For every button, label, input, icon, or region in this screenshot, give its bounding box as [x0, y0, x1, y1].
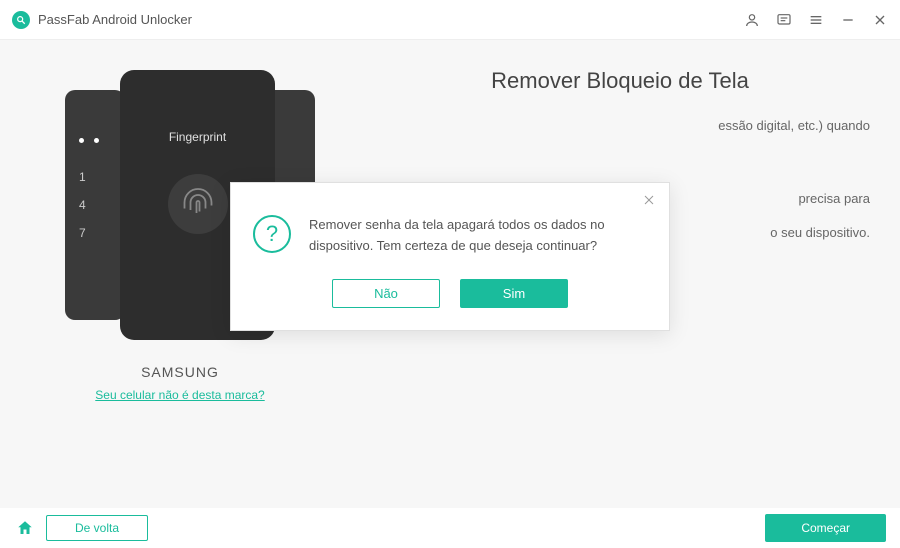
minimize-icon[interactable] — [840, 12, 856, 28]
feedback-icon[interactable] — [776, 12, 792, 28]
back-button[interactable]: De volta — [46, 515, 148, 541]
modal-body: ? Remover senha da tela apagará todos os… — [253, 215, 647, 257]
close-icon[interactable] — [872, 12, 888, 28]
start-button[interactable]: Começar — [765, 514, 886, 542]
modal-close-icon[interactable] — [643, 193, 657, 207]
app-logo-icon — [12, 11, 30, 29]
titlebar: PassFab Android Unlocker — [0, 0, 900, 40]
window-controls — [744, 12, 888, 28]
phone-dots — [79, 138, 99, 143]
keypad-num: 7 — [79, 226, 86, 240]
question-icon: ? — [253, 215, 291, 253]
modal-message: Remover senha da tela apagará todos os d… — [309, 215, 647, 257]
no-button[interactable]: Não — [332, 279, 440, 308]
page-title: Remover Bloqueio de Tela — [370, 68, 870, 94]
yes-button[interactable]: Sim — [460, 279, 568, 308]
home-icon[interactable] — [14, 517, 36, 539]
change-brand-link[interactable]: Seu celular não é desta marca? — [95, 388, 264, 402]
keypad-num: 1 — [79, 170, 86, 184]
account-icon[interactable] — [744, 12, 760, 28]
bottom-bar: De volta Começar — [0, 508, 900, 548]
phone-back-left: 1 4 7 — [65, 90, 125, 320]
device-brand-label: SAMSUNG — [141, 364, 219, 380]
app-title: PassFab Android Unlocker — [38, 12, 192, 27]
menu-icon[interactable] — [808, 12, 824, 28]
fingerprint-label: Fingerprint — [169, 130, 226, 144]
fingerprint-icon — [168, 174, 228, 234]
modal-buttons: Não Sim — [253, 279, 647, 308]
keypad-num: 4 — [79, 198, 86, 212]
phone-keypad: 1 4 7 — [79, 170, 86, 240]
desc-line: essão digital, etc.) quando — [370, 114, 870, 137]
app-logo-group: PassFab Android Unlocker — [12, 11, 192, 29]
confirm-modal: ? Remover senha da tela apagará todos os… — [230, 182, 670, 331]
